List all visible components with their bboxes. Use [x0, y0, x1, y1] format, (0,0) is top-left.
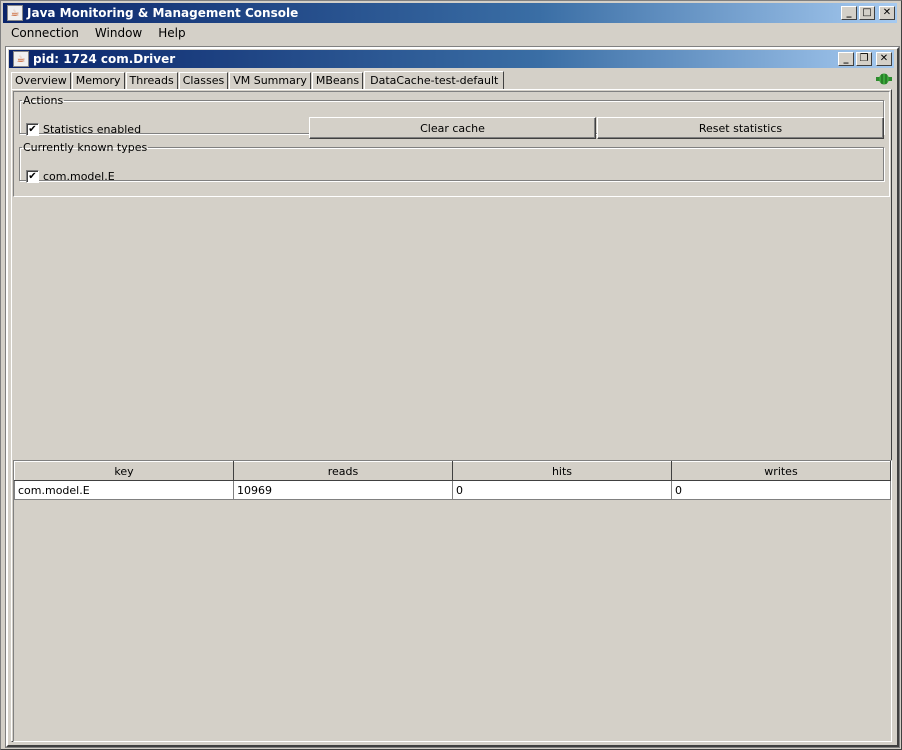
java-icon: ☕ [7, 5, 23, 21]
reset-statistics-button[interactable]: Reset statistics [597, 117, 884, 139]
statistics-enabled-checkbox[interactable]: ✔ Statistics enabled [26, 123, 141, 136]
tab-mbeans[interactable]: MBeans [311, 72, 364, 89]
menu-connection[interactable]: Connection [3, 26, 87, 40]
maximize-button[interactable]: □ [859, 6, 875, 20]
cell-writes[interactable]: 0 [671, 480, 891, 500]
tab-memory[interactable]: Memory [71, 72, 125, 89]
window-title: Java Monitoring & Management Console [27, 6, 299, 20]
minimize-button[interactable]: _ [841, 6, 857, 20]
tab-overview[interactable]: Overview [11, 72, 71, 89]
checkbox-checked-icon[interactable]: ✔ [26, 170, 39, 183]
main-window: ☕ Java Monitoring & Management Console _… [0, 0, 902, 750]
column-header-hits[interactable]: hits [452, 461, 672, 481]
window-title-bar[interactable]: ☕ Java Monitoring & Management Console _… [3, 3, 897, 23]
connected-icon[interactable] [876, 73, 892, 85]
connection-frame: ☕ pid: 1724 com.Driver _ ❐ ✕ Overview Me… [5, 46, 900, 748]
table-row[interactable]: com.model.E 10969 0 0 [14, 480, 891, 500]
cell-key[interactable]: com.model.E [14, 480, 234, 500]
tab-classes[interactable]: Classes [178, 72, 229, 89]
tab-bar: Overview Memory Threads Classes VM Summa… [11, 70, 505, 90]
type-checkbox[interactable]: ✔ com.model.E [26, 170, 115, 183]
tab-threads[interactable]: Threads [125, 72, 178, 89]
cell-reads[interactable]: 10969 [233, 480, 453, 500]
close-button[interactable]: ✕ [879, 6, 895, 20]
table-header-row: key reads hits writes [14, 461, 891, 481]
type-label: com.model.E [43, 170, 115, 183]
column-header-reads[interactable]: reads [233, 461, 453, 481]
actions-group: Actions ✔ Statistics enabled Clear cache… [19, 94, 884, 139]
frame-restore-button[interactable]: ❐ [856, 52, 872, 66]
column-header-key[interactable]: key [14, 461, 234, 481]
clear-cache-button[interactable]: Clear cache [309, 117, 596, 139]
known-types-group: Currently known types ✔ com.model.E [19, 141, 884, 183]
java-icon: ☕ [13, 51, 29, 67]
controls-panel: Actions ✔ Statistics enabled Clear cache… [13, 91, 890, 197]
statistics-table: key reads hits writes com.model.E 10969 … [13, 460, 892, 742]
known-types-legend: Currently known types [23, 141, 148, 154]
column-header-writes[interactable]: writes [671, 461, 891, 481]
frame-close-button[interactable]: ✕ [876, 52, 892, 66]
actions-legend: Actions [23, 94, 64, 107]
checkbox-checked-icon[interactable]: ✔ [26, 123, 39, 136]
menu-bar: Connection Window Help [3, 24, 194, 42]
cell-hits[interactable]: 0 [452, 480, 672, 500]
menu-window[interactable]: Window [87, 26, 150, 40]
frame-title-bar[interactable]: ☕ pid: 1724 com.Driver _ ❐ ✕ [9, 50, 894, 68]
tab-datacache[interactable]: DataCache-test-default [364, 71, 505, 90]
frame-title: pid: 1724 com.Driver [33, 52, 176, 66]
frame-minimize-button[interactable]: _ [838, 52, 854, 66]
statistics-enabled-label: Statistics enabled [43, 123, 142, 136]
datacache-panel: Actions ✔ Statistics enabled Clear cache… [11, 89, 892, 742]
tab-vm-summary[interactable]: VM Summary [229, 72, 311, 89]
menu-help[interactable]: Help [150, 26, 193, 40]
